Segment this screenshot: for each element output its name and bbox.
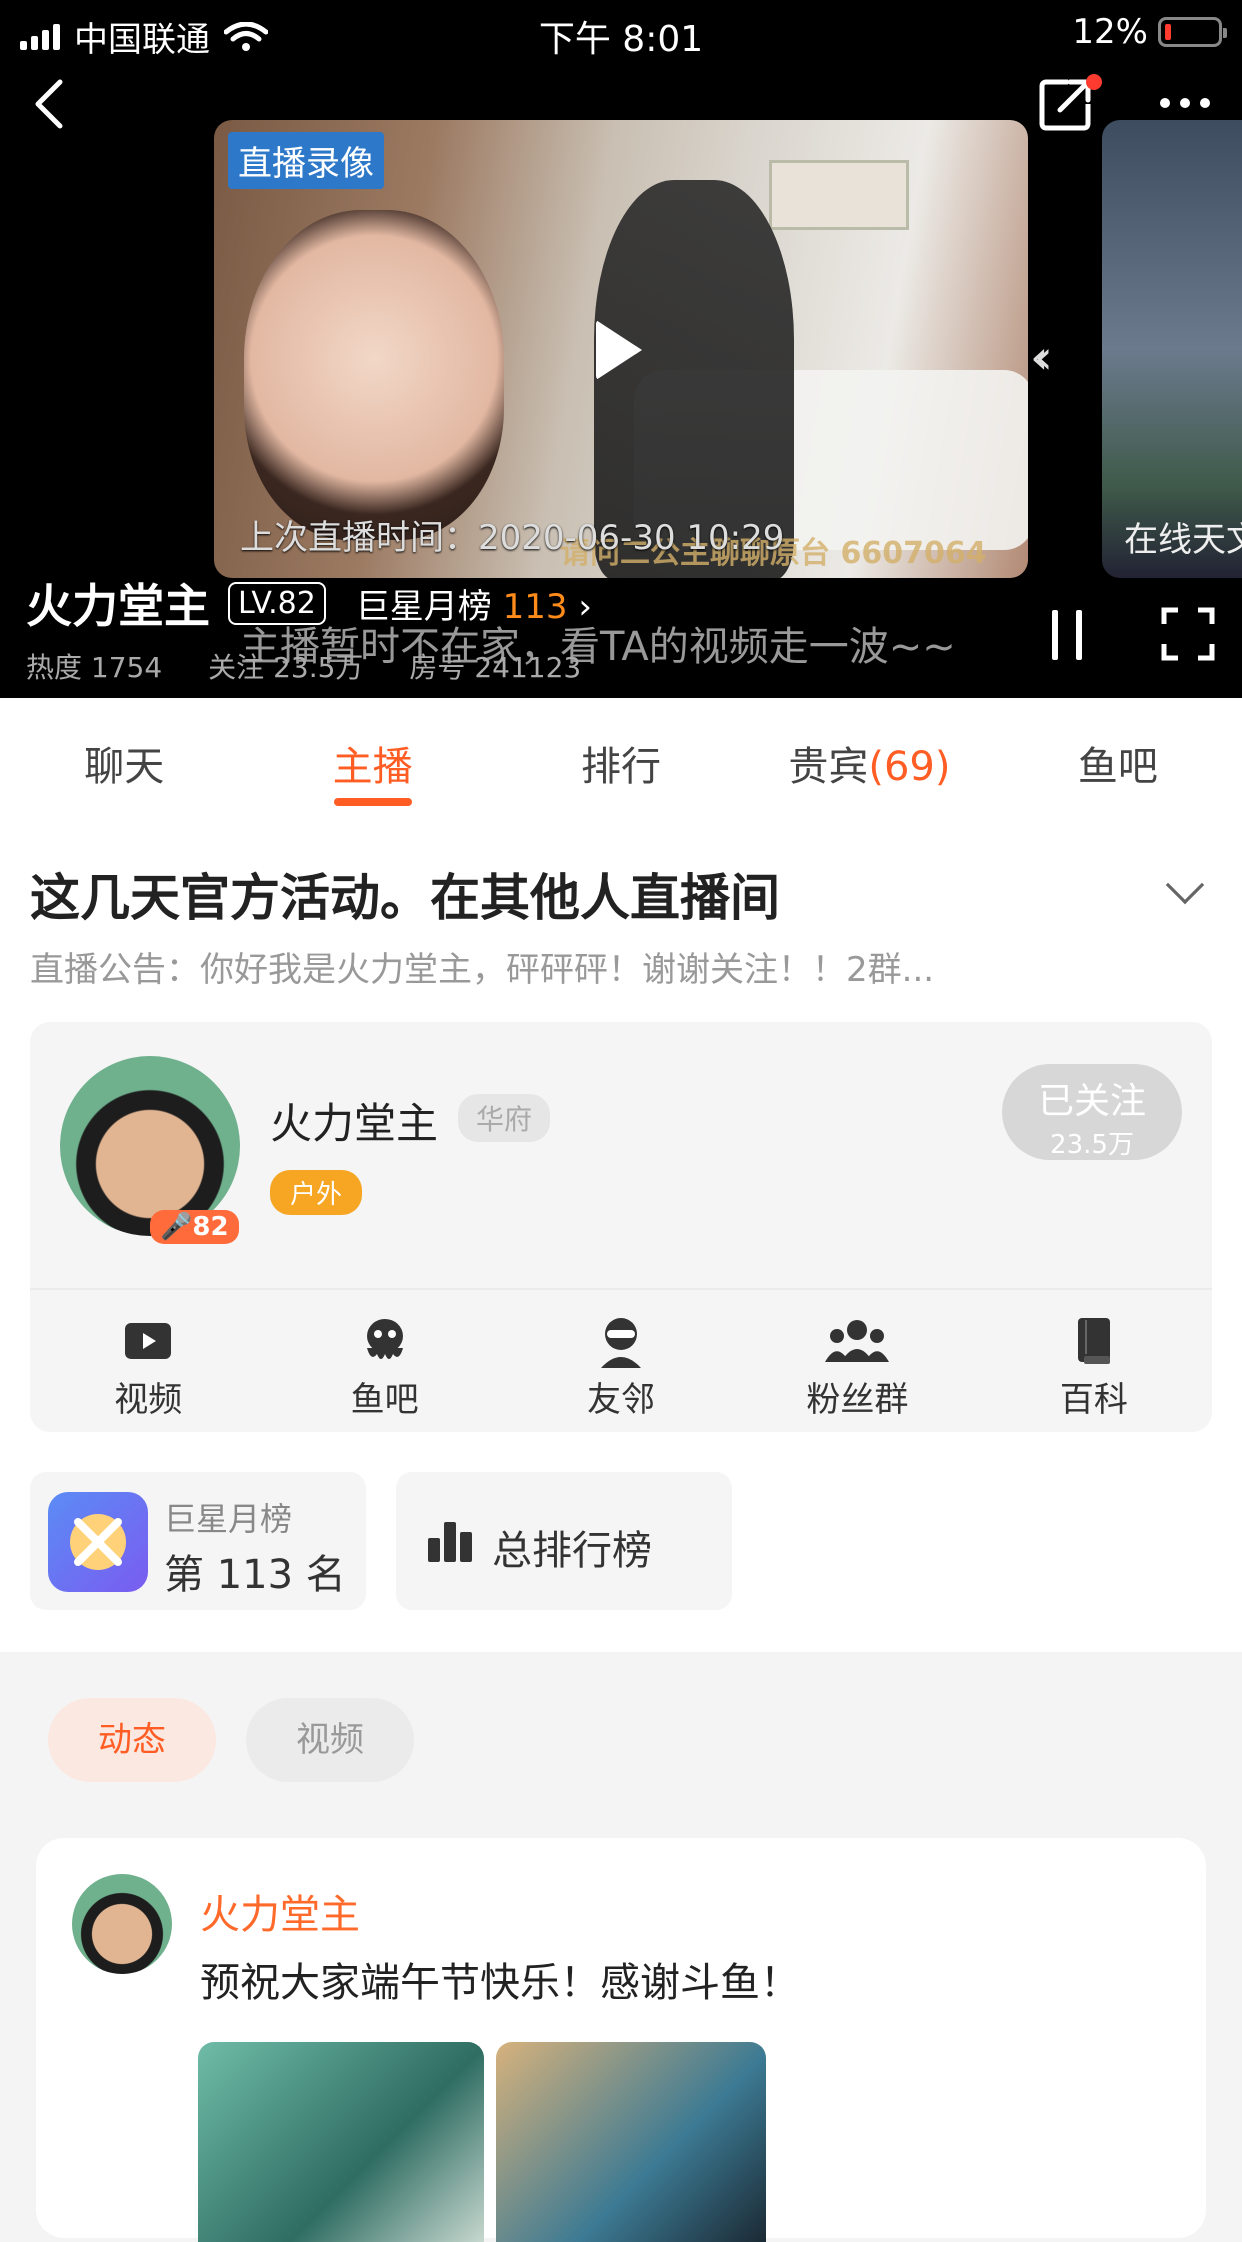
shortcut-row: 视频 鱼吧 友邻 粉丝群 百科 <box>30 1310 1212 1421</box>
last-live-time: 上次直播时间：2020-06-30 10:29 <box>240 518 785 558</box>
room-number: 房号 241123 <box>409 651 582 684</box>
followed-button[interactable]: 已关注 23.5万 <box>1002 1064 1182 1160</box>
feed-post[interactable]: 火力堂主 预祝大家端午节快乐！感谢斗鱼！ <box>36 1838 1206 2242</box>
room-headline: 这几天官方活动。在其他人直播间 <box>30 869 780 927</box>
status-bar: 中国联通 下午 8:01 12% <box>0 0 1242 64</box>
avatar[interactable] <box>60 1056 240 1236</box>
star-monthly-rank[interactable]: 巨星月榜 第 113 名 <box>30 1472 366 1610</box>
tab-vip[interactable]: 贵宾(69) <box>745 698 993 808</box>
tab-anchor[interactable]: 主播 <box>248 698 496 808</box>
room-tabs: 聊天 主播 排行 贵宾(69) 鱼吧 <box>0 698 1242 808</box>
follow-stat: 关注 23.5万 <box>208 651 364 684</box>
next-room-label: 在线天文 <box>1124 520 1242 560</box>
shortcut-fans-group[interactable]: 粉丝群 <box>739 1310 975 1421</box>
live-notice[interactable]: 直播公告：你好我是火力堂主，砰砰砰！谢谢关注！！2群... <box>30 942 934 991</box>
battery-percent: 12% <box>1072 12 1148 52</box>
heat-stat: 热度 1754 <box>26 651 163 684</box>
anchor-panel: 这几天官方活动。在其他人直播间 直播公告：你好我是火力堂主，砰砰砰！谢谢关注！！… <box>0 808 1242 1652</box>
battery-icon <box>1158 17 1227 47</box>
trophy-icon <box>48 1492 148 1592</box>
share-icon[interactable] <box>1038 74 1102 132</box>
double-chevron-left-icon[interactable]: ‹‹ <box>1030 330 1052 384</box>
video-player[interactable]: 中国联通 下午 8:01 12% 直播录像 请问二公主聊聊原台 6607064 … <box>0 0 1242 698</box>
anchor-card-name: 火力堂主 <box>270 1099 439 1148</box>
shortcut-video[interactable]: 视频 <box>30 1310 266 1421</box>
fishbar-icon <box>366 1319 403 1359</box>
play-icon[interactable] <box>596 320 642 380</box>
chevron-down-icon[interactable] <box>1165 865 1205 905</box>
fullscreen-icon[interactable] <box>1160 606 1216 662</box>
vip-count: (69) <box>868 744 951 790</box>
notification-dot <box>1086 74 1102 90</box>
replay-tag: 直播录像 <box>228 132 384 189</box>
post-author[interactable]: 火力堂主 <box>200 1882 360 1940</box>
anchor-name: 火力堂主 <box>26 579 210 633</box>
post-image[interactable] <box>198 2042 484 2242</box>
shortcut-friends[interactable]: 友邻 <box>503 1310 739 1421</box>
tab-fishbar[interactable]: 鱼吧 <box>994 698 1242 808</box>
divider <box>30 1288 1212 1290</box>
post-text: 预祝大家端午节快乐！感谢斗鱼！ <box>200 1960 800 2006</box>
shortcut-wiki[interactable]: 百科 <box>976 1310 1212 1421</box>
anchor-card: 🎤82 火力堂主 华府 户外 已关注 23.5万 视频 鱼吧 友邻 粉丝群 百科 <box>30 1022 1212 1432</box>
feed-tab-moments[interactable]: 动态 <box>48 1698 216 1782</box>
bar-chart-icon <box>428 1522 472 1562</box>
friend-icon <box>601 1318 642 1368</box>
back-icon[interactable] <box>26 74 76 134</box>
feed-tab-videos[interactable]: 视频 <box>246 1698 414 1782</box>
room-stats: 热度 1754 关注 23.5万 房号 241123 <box>26 646 581 686</box>
post-image[interactable] <box>496 2042 766 2242</box>
tab-ranking[interactable]: 排行 <box>497 698 745 808</box>
region-tag: 华府 <box>458 1094 551 1142</box>
status-time: 下午 8:01 <box>538 19 704 60</box>
avatar-level-badge: 🎤82 <box>150 1210 239 1244</box>
next-room-thumbnail[interactable]: 在线天文 <box>1102 120 1242 578</box>
monthly-rank-value: 第 113 名 <box>164 1552 346 1598</box>
fans-group-icon <box>825 1320 890 1362</box>
book-icon <box>1077 1318 1110 1364</box>
total-ranking-button[interactable]: 总排行榜 <box>396 1472 732 1610</box>
shortcut-fishbar[interactable]: 鱼吧 <box>266 1310 502 1421</box>
feed-section: 动态 视频 火力堂主 预祝大家端午节快乐！感谢斗鱼！ <box>0 1652 1242 2242</box>
tab-chat[interactable]: 聊天 <box>0 698 248 808</box>
more-icon[interactable] <box>1160 98 1210 108</box>
category-tag[interactable]: 户外 <box>270 1170 363 1215</box>
post-avatar[interactable] <box>72 1874 172 1974</box>
pause-icon[interactable] <box>1052 610 1082 660</box>
video-icon <box>125 1323 172 1359</box>
